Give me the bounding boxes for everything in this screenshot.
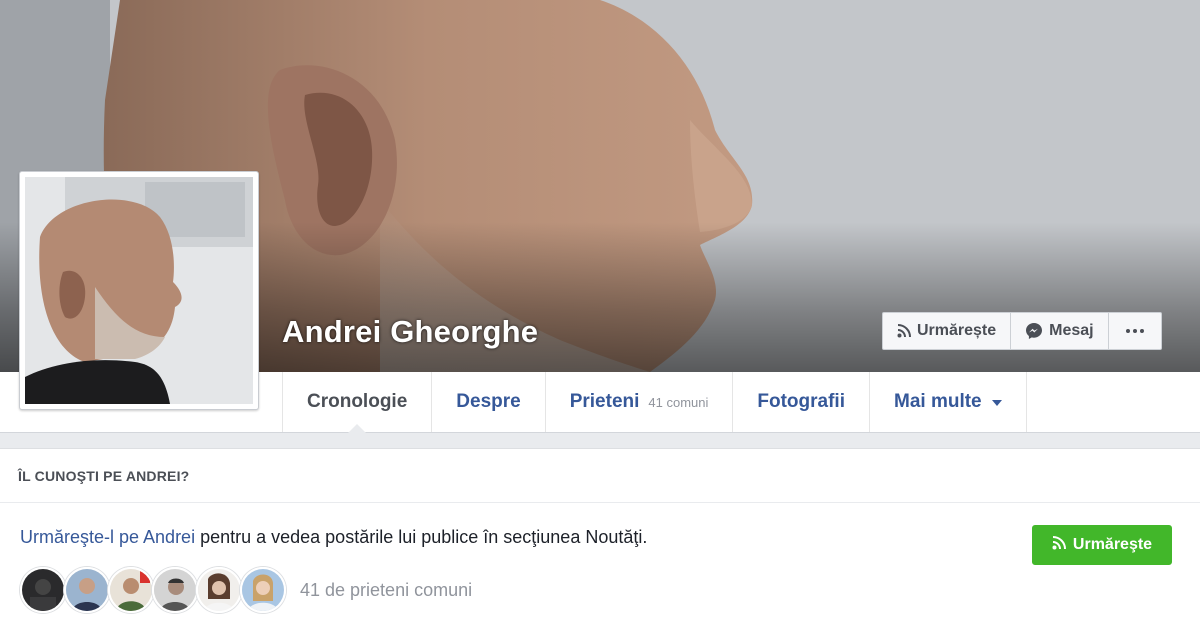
message-label: Mesaj bbox=[1049, 322, 1094, 339]
follow-button[interactable]: Urmăreşte bbox=[1032, 525, 1172, 565]
message-button[interactable]: Mesaj bbox=[1011, 313, 1109, 349]
tab-timeline[interactable]: Cronologie bbox=[283, 372, 433, 433]
tab-more[interactable]: Mai multe bbox=[870, 372, 1027, 432]
know-card-description: pentru a vedea postările lui publice în … bbox=[195, 527, 648, 547]
tab-about[interactable]: Despre bbox=[432, 372, 546, 432]
follow-link[interactable]: Urmăreşte-l pe Andrei bbox=[20, 527, 195, 547]
follow-cover-label: Urmărește bbox=[917, 322, 997, 339]
mutual-friend-avatar[interactable] bbox=[196, 567, 242, 613]
profile-page: Andrei Gheorghe Urmărește Mesaj Cronolog… bbox=[0, 0, 1200, 630]
profile-picture[interactable] bbox=[19, 171, 259, 410]
profile-name[interactable]: Andrei Gheorghe bbox=[282, 314, 538, 350]
cover-action-group: Urmărește Mesaj bbox=[882, 312, 1162, 350]
mutual-friends-count[interactable]: 41 de prieteni comuni bbox=[300, 580, 472, 601]
tab-friends-label: Prieteni bbox=[569, 391, 640, 412]
profile-picture-image bbox=[25, 177, 253, 404]
chevron-down-icon bbox=[991, 400, 1002, 406]
know-card-header: ÎL CUNOŞTI PE ANDREI? bbox=[0, 449, 1200, 503]
know-person-card: ÎL CUNOŞTI PE ANDREI? Urmăreşte-l pe And… bbox=[0, 448, 1200, 630]
more-dots-icon bbox=[1125, 328, 1145, 334]
active-tab-pointer bbox=[348, 424, 367, 433]
mutual-friend-avatar[interactable] bbox=[152, 567, 198, 613]
follow-cover-button[interactable]: Urmărește bbox=[883, 313, 1012, 349]
tab-friends-mutual-count: 41 comuni bbox=[648, 394, 709, 410]
tab-about-label: Despre bbox=[456, 391, 521, 412]
follow-button-label: Urmăreşte bbox=[1072, 536, 1153, 553]
rss-icon bbox=[1052, 535, 1066, 555]
mutual-friend-avatar[interactable] bbox=[64, 567, 110, 613]
mutual-friend-avatar[interactable] bbox=[108, 567, 154, 613]
know-card-body: Urmăreşte-l pe Andrei pentru a vedea pos… bbox=[0, 503, 1200, 630]
messenger-icon bbox=[1025, 322, 1043, 340]
tabs: Cronologie Despre Prieteni 41 comuni Fot… bbox=[282, 372, 1027, 433]
know-card-text: Urmăreşte-l pe Andrei pentru a vedea pos… bbox=[20, 527, 647, 548]
mutual-friend-avatar[interactable] bbox=[240, 567, 286, 613]
mutual-friends-row: 41 de prieteni comuni bbox=[20, 567, 472, 613]
tab-photos[interactable]: Fotografii bbox=[733, 372, 870, 432]
tab-photos-label: Fotografii bbox=[757, 391, 845, 412]
tab-timeline-label: Cronologie bbox=[307, 391, 408, 412]
rss-icon bbox=[897, 324, 911, 338]
tab-more-label: Mai multe bbox=[894, 391, 982, 412]
tab-friends[interactable]: Prieteni 41 comuni bbox=[546, 372, 734, 432]
mutual-friend-avatar[interactable] bbox=[20, 567, 66, 613]
more-options-button[interactable] bbox=[1109, 313, 1161, 349]
